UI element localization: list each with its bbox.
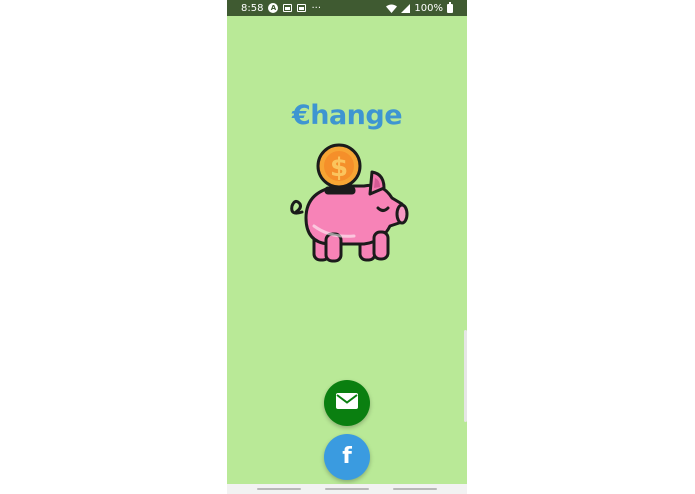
app-title: €hange bbox=[291, 100, 403, 131]
signal-icon bbox=[401, 3, 411, 13]
photo-icon bbox=[283, 4, 293, 12]
facebook-button[interactable]: f bbox=[324, 434, 370, 480]
home-button[interactable] bbox=[325, 488, 369, 490]
facebook-icon: f bbox=[342, 444, 352, 469]
back-button[interactable] bbox=[393, 488, 437, 490]
wifi-icon bbox=[386, 4, 398, 13]
phone-screen: 8:58 A ··· 100% €hange $ f bbox=[227, 0, 467, 494]
email-button[interactable] bbox=[324, 380, 370, 426]
battery-icon bbox=[447, 1, 453, 13]
status-bar: 8:58 A ··· 100% bbox=[227, 0, 467, 16]
edge-panel-handle[interactable] bbox=[464, 330, 467, 422]
more-notifications: ··· bbox=[311, 2, 322, 14]
navigation-bar bbox=[227, 484, 467, 494]
envelope-icon bbox=[336, 392, 358, 414]
piggy-bank-icon: $ bbox=[284, 142, 410, 264]
a-badge-icon: A bbox=[268, 3, 279, 13]
recent-apps-button[interactable] bbox=[257, 488, 301, 490]
status-time: 8:58 bbox=[241, 2, 264, 14]
image-icon bbox=[297, 4, 307, 12]
battery-percent: 100% bbox=[414, 2, 443, 14]
svg-text:$: $ bbox=[330, 153, 348, 183]
